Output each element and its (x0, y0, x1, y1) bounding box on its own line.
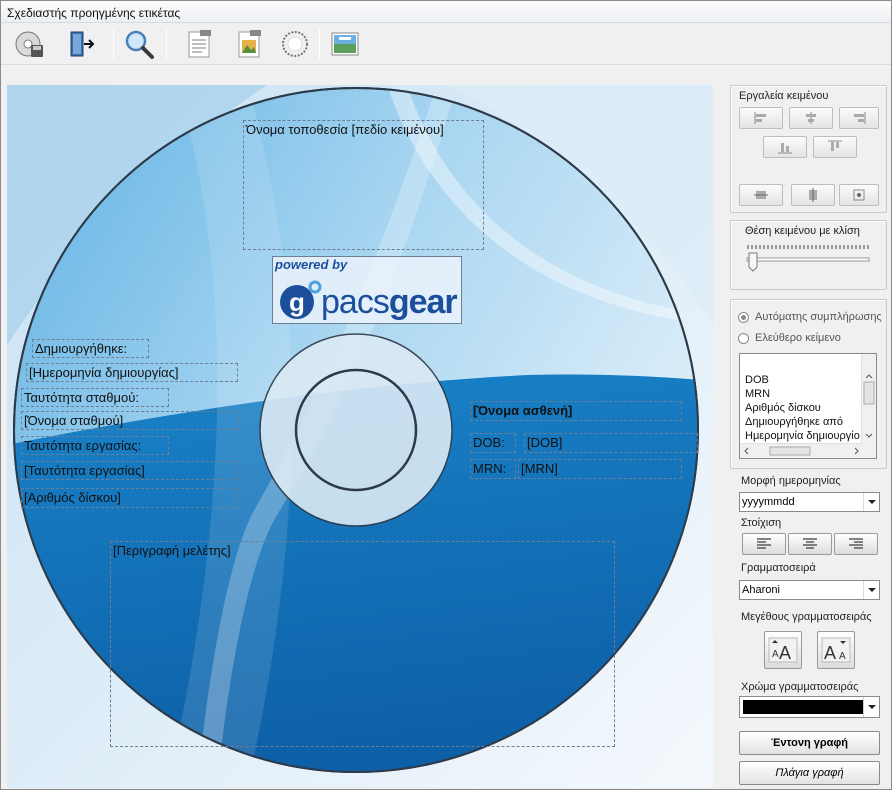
text-tools-title: Εργαλεία κειμένου (739, 90, 829, 102)
label-designer-window: Σχεδιαστής προηγμένης ετικέτας Όνομα τοπ… (0, 0, 892, 790)
job-id-field[interactable]: [Ταυτότητα εργασίας] (21, 461, 239, 480)
list-vertical-scrollbar[interactable] (861, 354, 876, 443)
align-center-button[interactable] (789, 107, 833, 129)
field-list[interactable]: DOB MRN Αριθμός δίσκου Δημιουργήθηκε από… (739, 353, 877, 459)
text-align-right-button[interactable] (834, 533, 878, 555)
svg-text:A: A (839, 651, 846, 662)
toolbar (1, 23, 891, 65)
text-align-left-icon (757, 538, 771, 549)
save-disc-button[interactable] (11, 27, 47, 61)
text-angle-slider[interactable] (745, 241, 873, 275)
font-color-swatch (743, 700, 863, 714)
increase-font-icon: A A (768, 637, 798, 663)
save-disc-icon (15, 31, 43, 57)
center-horizontal-icon (809, 188, 817, 202)
svg-text:A: A (824, 643, 836, 663)
site-name-field[interactable]: Όνομα τοποθεσία [πεδίο κειμένου] (243, 120, 484, 250)
decrease-font-size-button[interactable]: A A (817, 631, 855, 669)
text-align-center-icon (803, 538, 817, 549)
list-item[interactable]: DOB (745, 374, 769, 386)
center-both-icon (853, 189, 865, 201)
list-item[interactable]: Δημιουργήθηκε από (745, 416, 843, 428)
exit-door-icon (70, 31, 95, 57)
dob-field[interactable]: [DOB] (524, 433, 698, 453)
font-label: Γραμματοσειρά (741, 562, 816, 574)
logo-powered-by: powered by (275, 257, 348, 272)
magnifier-icon (125, 30, 154, 59)
study-description-field[interactable]: [Περιγραφή μελέτης] (110, 541, 615, 747)
center-vertical-icon (754, 191, 768, 199)
font-color-picker[interactable] (739, 696, 880, 718)
created-label[interactable]: Δημιουργήθηκε: (32, 339, 149, 358)
text-document-icon (188, 30, 211, 58)
chevron-down-icon (863, 493, 879, 511)
window-title: Σχεδιαστής προηγμένης ετικέτας (7, 6, 181, 20)
exit-button[interactable] (63, 27, 99, 61)
list-item[interactable]: MRN (745, 388, 770, 400)
dob-label[interactable]: DOB: (470, 433, 516, 453)
radio-auto-fill[interactable]: Αυτόματης συμπλήρωσης (738, 311, 882, 323)
text-align-right-icon (849, 538, 863, 549)
align-right-icon (854, 112, 866, 124)
circular-text-icon (282, 31, 308, 57)
increase-font-size-button[interactable]: A A (764, 631, 802, 669)
alignment-label: Στοίχιση (741, 517, 782, 529)
text-align-left-button[interactable] (742, 533, 786, 555)
scroll-arrows-icon (863, 374, 875, 438)
text-position-title: Θέση κειμένου με κλίση (745, 225, 860, 237)
center-horizontal-button[interactable] (791, 184, 835, 206)
svg-text:A: A (779, 643, 791, 663)
add-circular-text-button[interactable] (277, 27, 313, 61)
center-both-button[interactable] (839, 184, 879, 206)
radio-free-text[interactable]: Ελεύθερο κείμενο (738, 332, 841, 344)
title-bar: Σχεδιαστής προηγμένης ετικέτας (1, 1, 891, 23)
created-date-field[interactable]: [Ημερομηνία δημιουργίας] (26, 363, 238, 382)
decrease-font-icon: A A (821, 637, 851, 663)
align-top-icon (828, 140, 842, 151)
text-align-center-button[interactable] (788, 533, 832, 555)
align-bottom-icon (778, 143, 792, 154)
align-left-icon (754, 112, 766, 124)
bold-button[interactable]: Έντονη γραφή (739, 731, 880, 755)
background-image-icon (331, 32, 359, 56)
mrn-label[interactable]: MRN: (470, 459, 516, 479)
add-text-button[interactable] (181, 27, 217, 61)
station-label[interactable]: Ταυτότητα σταθμού: (21, 388, 169, 407)
align-left-button[interactable] (739, 107, 783, 129)
background-button[interactable] (327, 27, 363, 61)
label-canvas[interactable]: Όνομα τοποθεσία [πεδίο κειμένου] powered… (7, 85, 713, 788)
gear-logo-icon: g (280, 280, 322, 319)
date-format-label: Μορφή ημερομηνίας (741, 475, 841, 487)
align-right-button[interactable] (839, 107, 879, 129)
center-vertical-button[interactable] (739, 184, 783, 206)
pacsgear-logo[interactable]: powered by g pacsgear (272, 256, 462, 324)
chevron-down-icon (863, 697, 879, 717)
font-select[interactable]: Aharoni (739, 580, 880, 600)
list-item[interactable]: Ημερομηνία δημιουργίο (745, 430, 860, 442)
mrn-field[interactable]: [MRN] (518, 459, 682, 479)
station-name-field[interactable]: [Όνομα σταθμού] (21, 411, 239, 430)
zoom-button[interactable] (121, 27, 157, 61)
image-document-icon (238, 30, 261, 58)
logo-badge: g (289, 287, 305, 317)
list-horizontal-scrollbar[interactable] (740, 443, 863, 458)
italic-button[interactable]: Πλάγια γραφή (739, 761, 880, 785)
radio-free-text-dot (738, 332, 749, 344)
font-size-label: Μεγέθους γραμματοσειράς (741, 611, 872, 623)
date-format-select[interactable]: yyyymmdd (739, 492, 880, 512)
svg-text:A: A (772, 649, 779, 660)
disc-number-field[interactable]: [Αριθμός δίσκου] (21, 488, 239, 508)
patient-name-field[interactable]: [Όνομα ασθενή] (470, 401, 682, 421)
list-item[interactable]: Αριθμός δίσκου (745, 402, 821, 414)
font-color-label: Χρώμα γραμματοσειράς (741, 681, 859, 693)
chevron-down-icon (863, 581, 879, 599)
align-bottom-button[interactable] (763, 136, 807, 158)
logo-wordmark: pacsgear (321, 283, 458, 321)
h-scroll-arrows-icon (744, 446, 859, 456)
radio-auto-fill-dot (738, 311, 749, 323)
job-label[interactable]: Ταυτότητα εργασίας: (21, 436, 169, 455)
align-top-button[interactable] (813, 136, 857, 158)
add-image-button[interactable] (231, 27, 267, 61)
align-center-icon (806, 112, 816, 124)
